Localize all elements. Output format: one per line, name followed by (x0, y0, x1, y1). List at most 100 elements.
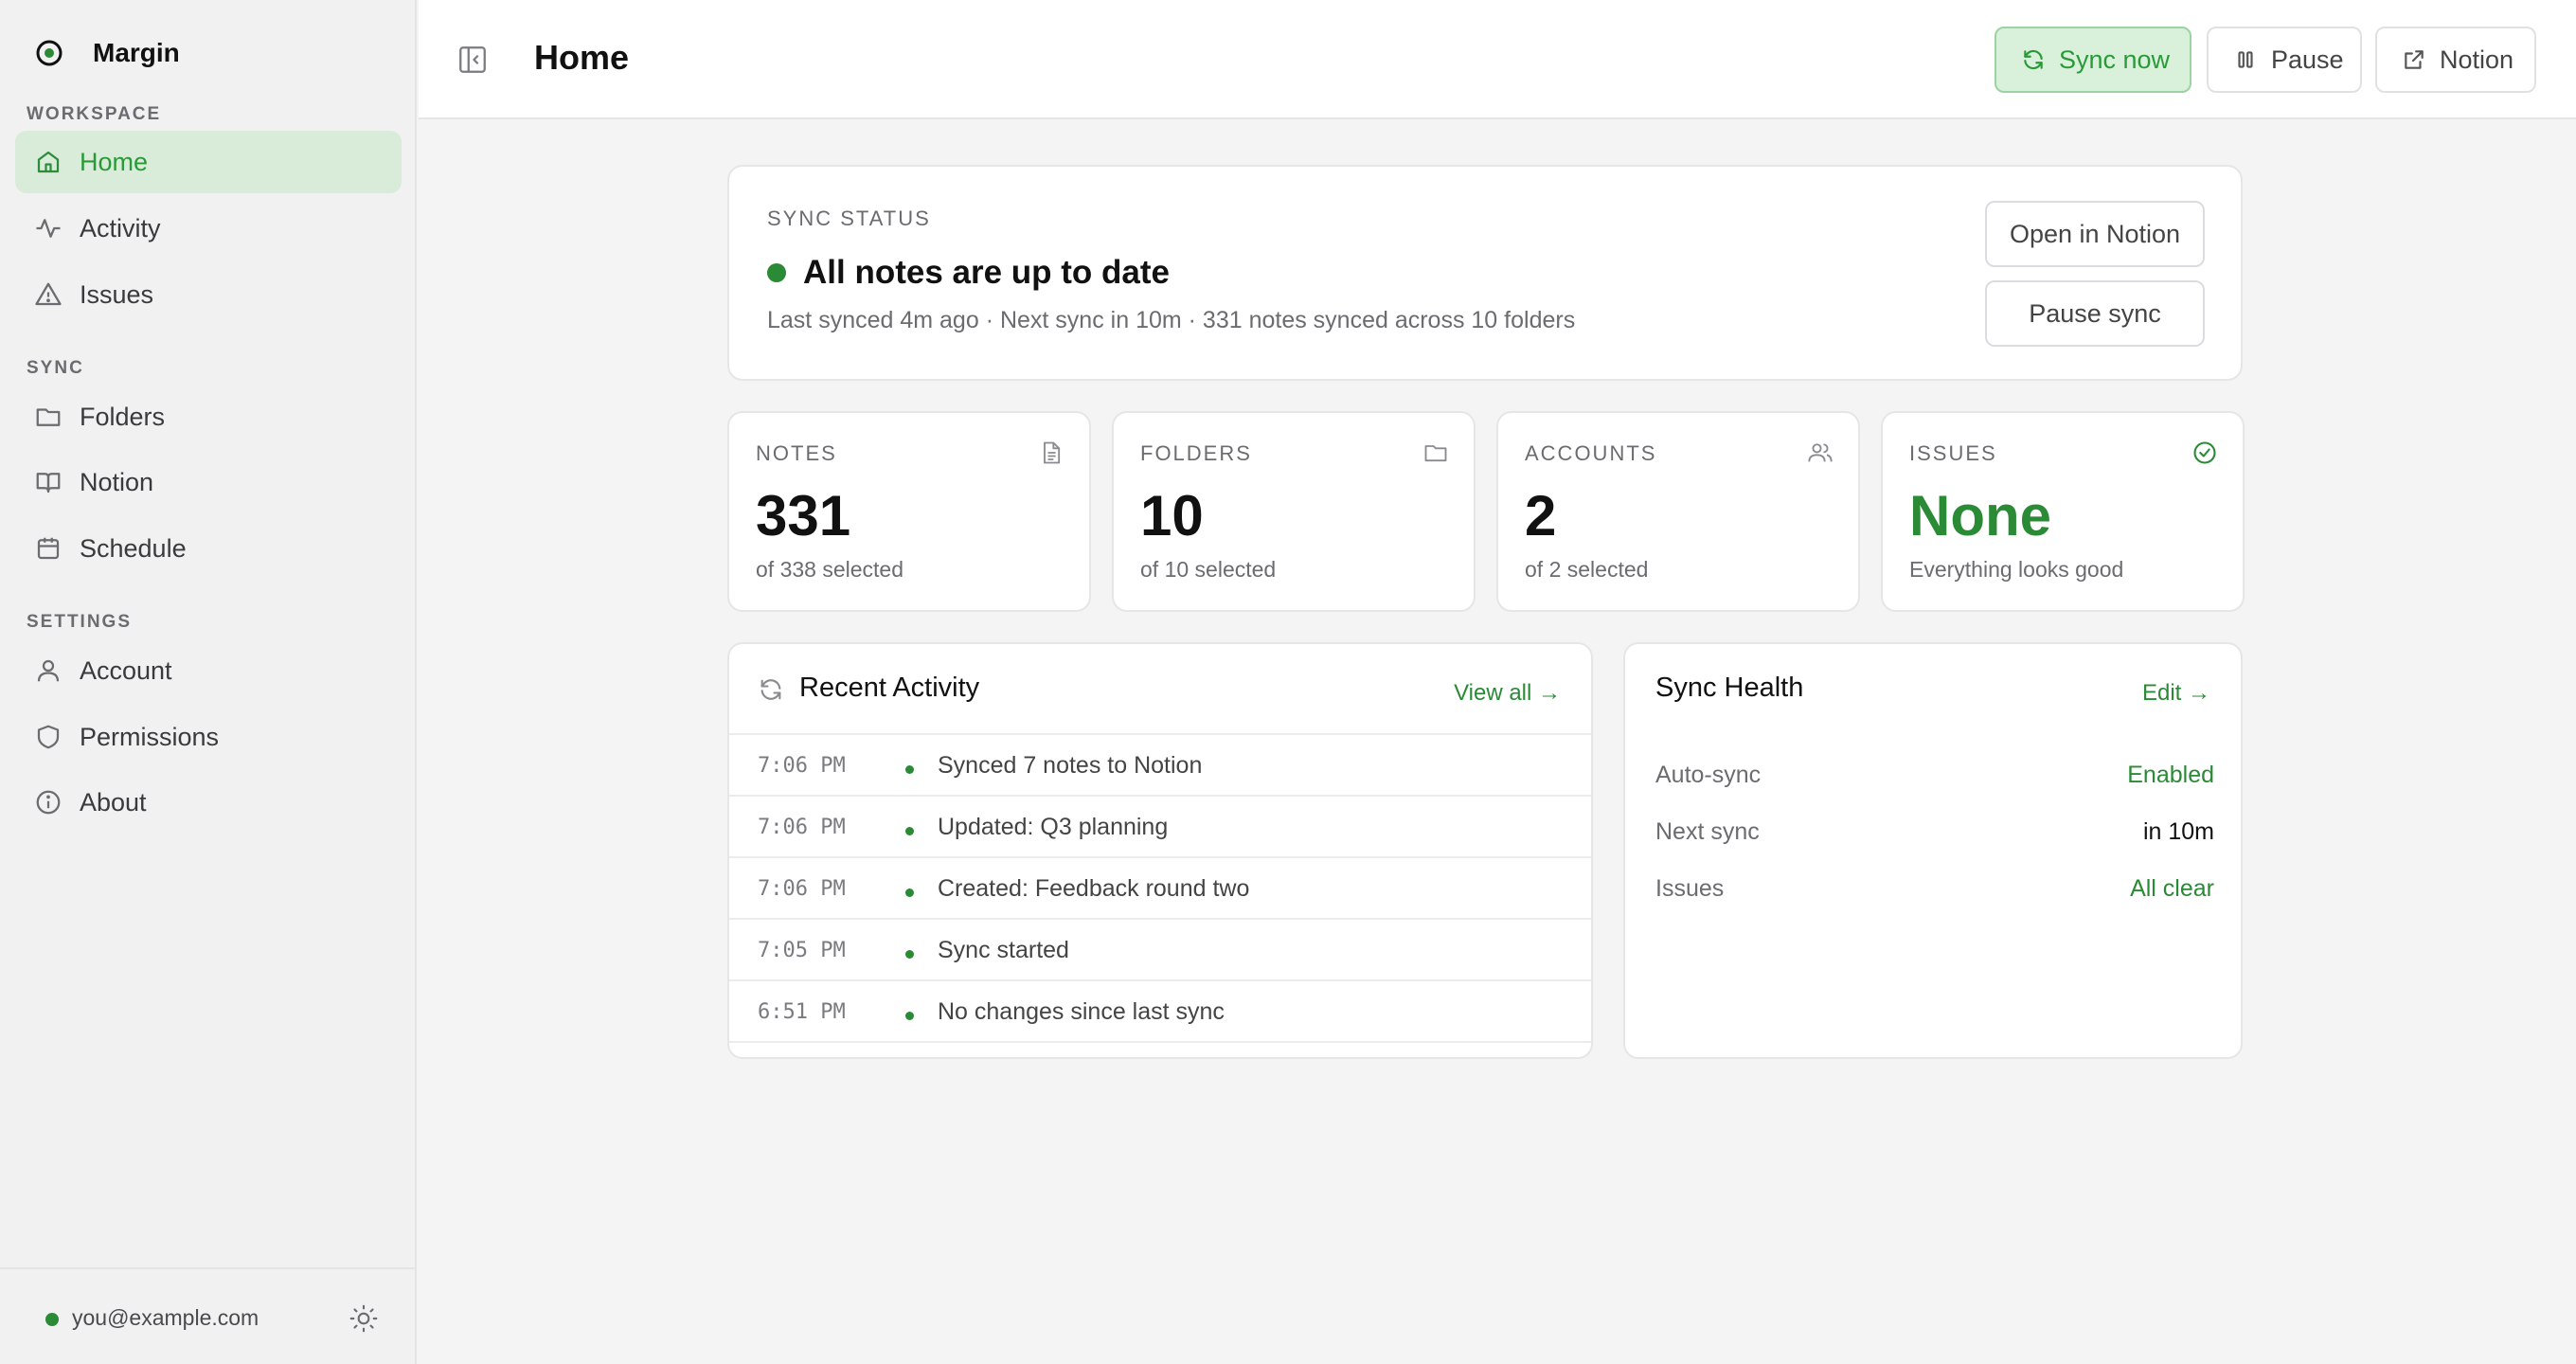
health-key: Next sync (1655, 818, 1760, 845)
sidebar-item-home[interactable]: Home (15, 131, 402, 193)
health-value: Enabled (2127, 762, 2214, 788)
sidebar-item-label: Account (80, 655, 172, 685)
activity-row[interactable]: 7:05 PM Sync started (729, 920, 1591, 981)
brand: Margin (34, 34, 180, 72)
card-title: Sync Health (1655, 673, 1804, 703)
activity-dot (905, 765, 914, 774)
activity-text: Sync started (938, 937, 1069, 963)
page-title: Home (534, 38, 630, 77)
view-all-link[interactable]: View all → (1454, 680, 1561, 707)
sidebar-item-label: Notion (80, 467, 154, 496)
edit-link[interactable]: Edit → (2142, 680, 2210, 707)
activity-dot (905, 827, 914, 835)
sidebar-item-notion[interactable]: Notion (15, 451, 402, 513)
stat-label: FOLDERS (1140, 441, 1252, 465)
stat-value: 10 (1140, 484, 1204, 547)
sidebar-footer: you@example.com (0, 1267, 417, 1364)
info-icon (34, 788, 63, 817)
stat-card-issues: ISSUES None Everything looks good (1881, 411, 2245, 612)
document-icon (1038, 440, 1064, 466)
activity-row[interactable]: 7:06 PM Created: Feedback round two (729, 858, 1591, 920)
book-icon (34, 468, 63, 496)
sidebar-item-folders[interactable]: Folders (15, 386, 402, 448)
shield-icon (34, 723, 63, 751)
external-link-icon (2402, 47, 2426, 72)
notion-label: Notion (2440, 45, 2514, 74)
sync-now-button[interactable]: Sync now (1995, 27, 2191, 93)
activity-dot (905, 950, 914, 959)
sidebar-item-schedule[interactable]: Schedule (15, 517, 402, 580)
sync-status-text: All notes are up to date (803, 254, 1170, 291)
notion-button[interactable]: Notion (2375, 27, 2536, 93)
activity-dot (905, 1012, 914, 1020)
warning-icon (34, 280, 63, 309)
sidebar-item-label: Home (80, 147, 149, 176)
users-icon (1807, 440, 1834, 466)
stat-card-folders: FOLDERS 10 of 10 selected (1112, 411, 1476, 612)
pause-sync-button[interactable]: Pause sync (1985, 280, 2205, 347)
section-label-sync: SYNC (27, 358, 84, 378)
card-title: Recent Activity (799, 673, 980, 703)
activity-row[interactable]: 7:06 PM Synced 7 notes to Notion (729, 735, 1591, 797)
sidebar-toggle-icon[interactable] (456, 44, 489, 76)
stat-card-notes: NOTES 331 of 338 selected (727, 411, 1091, 612)
open-in-notion-button[interactable]: Open in Notion (1985, 201, 2205, 267)
sync-health-card: Sync Health Edit → Auto-sync Enabled Nex… (1623, 642, 2243, 1059)
sync-status-label: SYNC STATUS (767, 206, 931, 230)
refresh-icon (2021, 47, 2046, 72)
user-icon (34, 656, 63, 685)
sidebar-item-account[interactable]: Account (15, 639, 402, 702)
sidebar-item-label: Activity (80, 213, 161, 242)
sync-status-headline: All notes are up to date (767, 250, 1170, 296)
health-row-next-sync: Next sync in 10m (1655, 815, 2214, 852)
stat-sub: of 338 selected (756, 557, 904, 582)
health-row-auto-sync: Auto-sync Enabled (1655, 758, 2214, 796)
activity-time: 7:06 PM (758, 816, 846, 839)
health-row-issues: Issues All clear (1655, 871, 2214, 909)
stat-sub: of 2 selected (1525, 557, 1649, 582)
pause-label: Pause (2271, 45, 2344, 74)
activity-dot (905, 888, 914, 897)
sync-status-card: SYNC STATUS All notes are up to date Las… (727, 165, 2243, 381)
activity-time: 6:51 PM (758, 1000, 846, 1024)
calendar-icon (34, 534, 63, 563)
online-status-dot (45, 1313, 59, 1326)
pause-button[interactable]: Pause (2207, 27, 2362, 93)
activity-text: No changes since last sync (938, 998, 1225, 1025)
card-header: Sync Health Edit → (1625, 644, 2241, 735)
sync-now-label: Sync now (2059, 45, 2171, 74)
activity-time: 7:06 PM (758, 877, 846, 901)
sidebar-item-label: Permissions (80, 722, 220, 751)
stat-label: ACCOUNTS (1525, 441, 1657, 465)
stat-sub: of 10 selected (1140, 557, 1277, 582)
activity-icon (34, 214, 63, 242)
activity-row[interactable]: 7:06 PM Updated: Q3 planning (729, 797, 1591, 858)
activity-text: Created: Feedback round two (938, 875, 1250, 902)
user-email[interactable]: you@example.com (72, 1305, 259, 1331)
check-circle-icon (2191, 440, 2218, 466)
sidebar-item-label: Schedule (80, 533, 187, 563)
app-name: Margin (93, 38, 180, 67)
health-value: in 10m (2142, 818, 2214, 845)
sidebar: Margin WORKSPACE Home Activity Issues SY… (0, 0, 417, 1364)
stat-value: None (1909, 484, 2051, 547)
stat-label: ISSUES (1909, 441, 1997, 465)
activity-time: 7:06 PM (758, 754, 846, 778)
card-header: Recent Activity View all → (729, 644, 1591, 735)
activity-text: Synced 7 notes to Notion (938, 752, 1203, 779)
health-value: All clear (2130, 875, 2214, 902)
sidebar-item-permissions[interactable]: Permissions (15, 706, 402, 768)
sidebar-item-about[interactable]: About (15, 771, 402, 834)
folder-icon (1422, 440, 1449, 466)
folder-icon (34, 403, 63, 431)
theme-toggle-sun-icon[interactable] (349, 1303, 379, 1334)
status-dot (767, 263, 786, 282)
section-label-settings: SETTINGS (27, 612, 133, 632)
health-key: Auto-sync (1655, 762, 1762, 788)
health-key: Issues (1655, 875, 1725, 902)
stat-sub: Everything looks good (1909, 557, 2124, 582)
activity-row[interactable]: 6:51 PM No changes since last sync (729, 981, 1591, 1043)
activity-time: 7:05 PM (758, 939, 846, 962)
sidebar-item-issues[interactable]: Issues (15, 263, 402, 326)
sidebar-item-activity[interactable]: Activity (15, 197, 402, 260)
